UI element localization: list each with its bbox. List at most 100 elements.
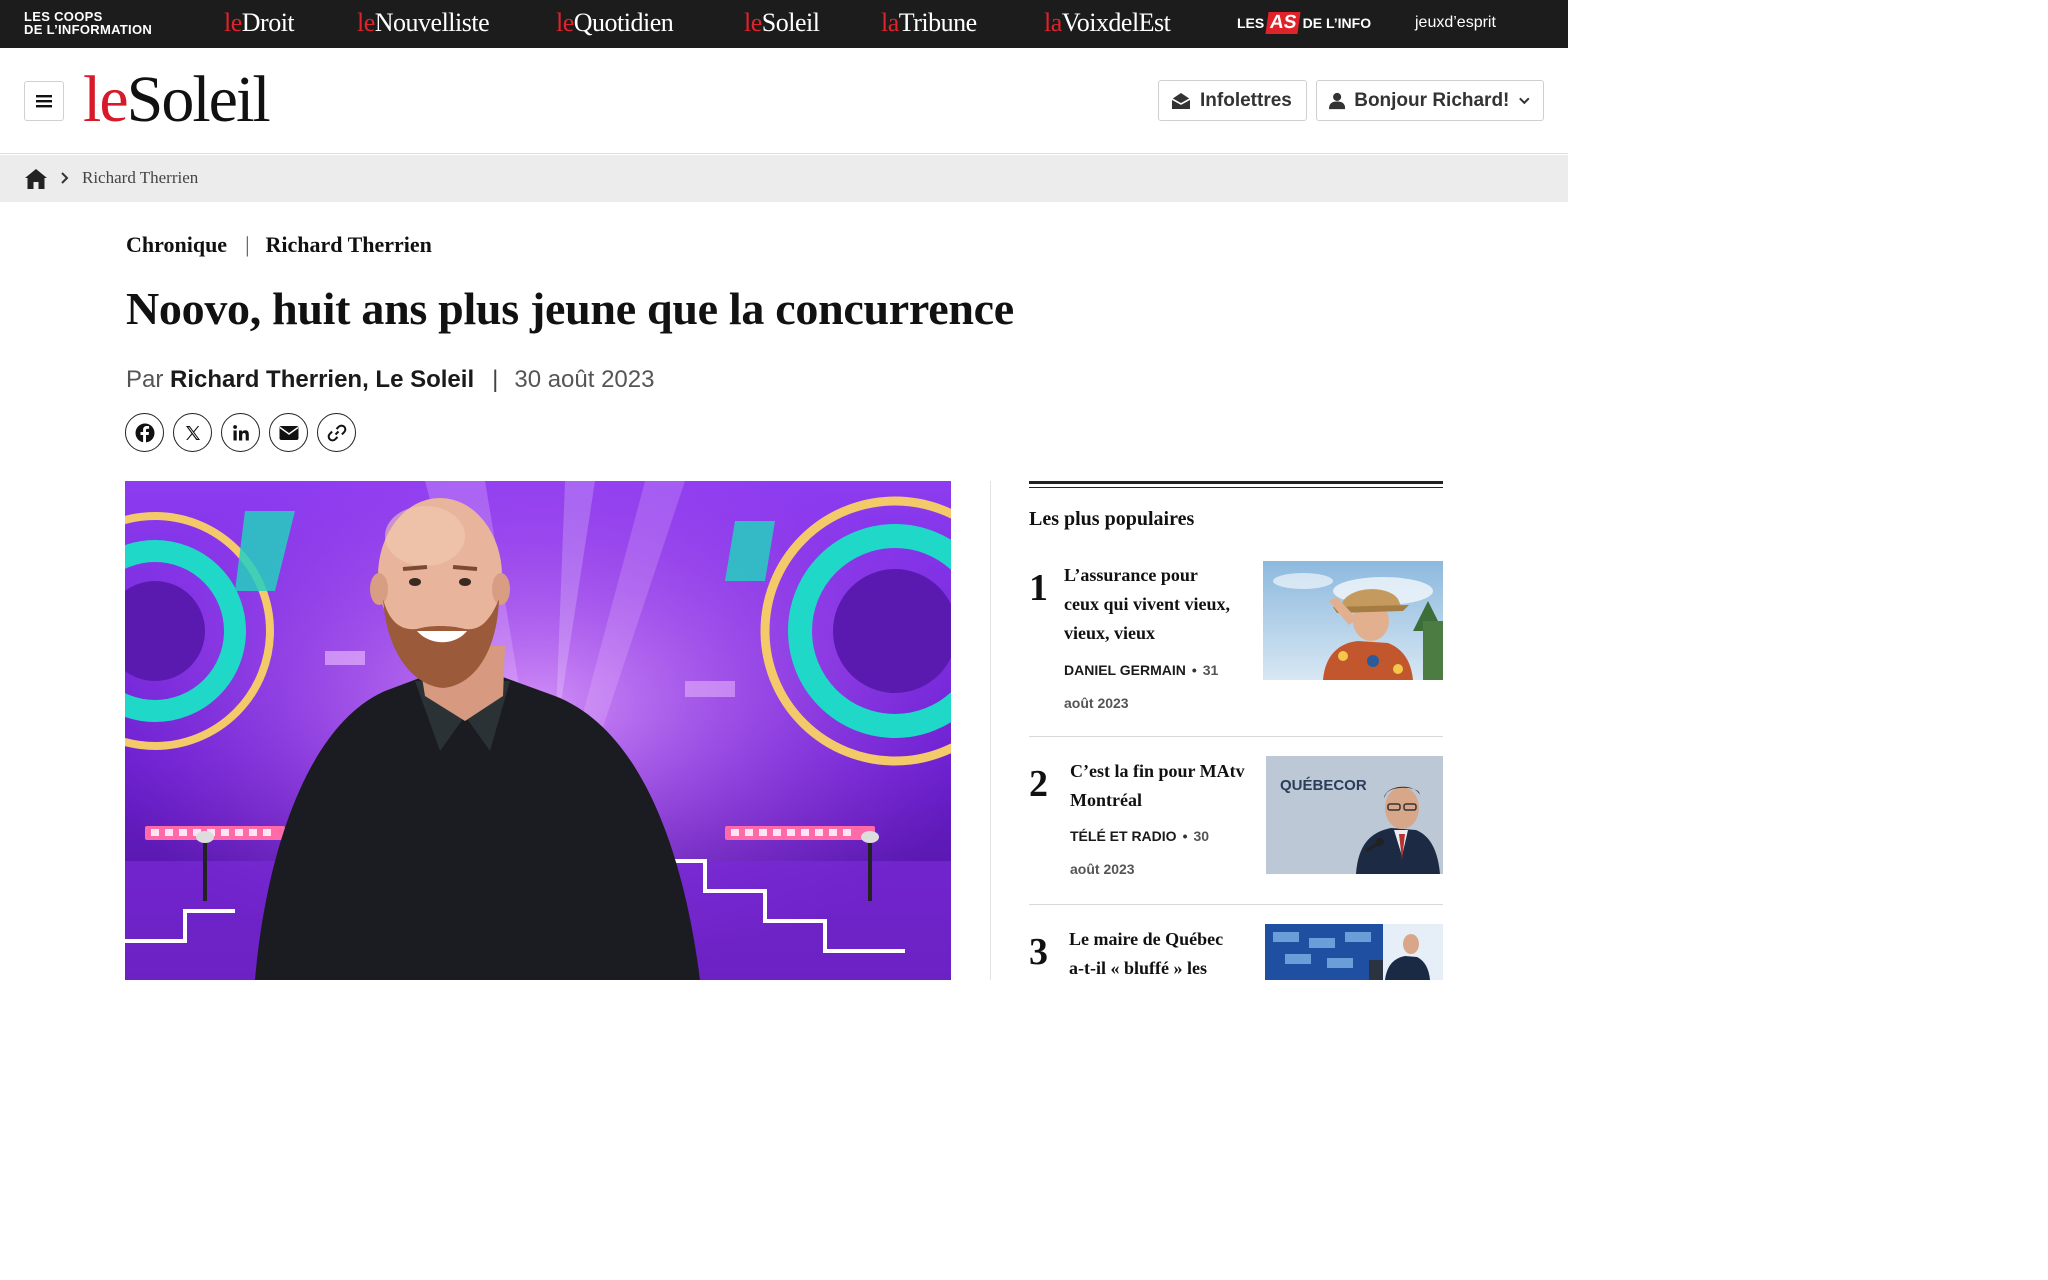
share-x-button[interactable] [173, 413, 212, 452]
as-prefix: LES [1237, 15, 1265, 31]
popular-category: TÉLÉ ET RADIO [1070, 828, 1177, 844]
share-facebook-button[interactable] [125, 413, 164, 452]
thumb-sign-text: QUÉBECOR [1280, 777, 1367, 794]
popular-item[interactable]: 2 C’est la fin pour MAtv Montréal TÉLÉ E… [1029, 756, 1443, 896]
home-icon [25, 169, 47, 189]
site-prefix: la [1044, 8, 1062, 37]
newsletters-button[interactable]: Infolettres [1158, 80, 1307, 121]
article-kicker: Chronique | Richard Therrien [126, 232, 432, 258]
site-header: leSoleil Infolettres Bonjour Richard! [0, 48, 1568, 154]
thumb-photo-senior [1263, 561, 1443, 680]
site-prefix: le [556, 8, 574, 37]
as-suffix: DE L’INFO [1302, 15, 1372, 31]
popular-item[interactable]: 3 Le maire de Québec a-t-il « bluffé » l… [1029, 924, 1443, 980]
popular-item[interactable]: 1 L’assurance pour ceux qui vivent vieux… [1029, 560, 1443, 730]
popular-date-day: 30 [1193, 828, 1210, 844]
network-link-latribune[interactable]: laTribune [881, 8, 977, 38]
popular-title[interactable]: C’est la fin pour MAtv Montréal [1070, 757, 1265, 815]
site-prefix: le [224, 8, 242, 37]
byline: Par Richard Therrien, Le Soleil | 30 août … [126, 366, 654, 394]
logo-name: Soleil [126, 63, 271, 136]
byline-separator: | [492, 366, 499, 393]
share-bar [125, 413, 356, 452]
popular-rank: 1 [1029, 567, 1048, 609]
popular-rank: 2 [1029, 763, 1048, 805]
network-link-lavoixdelest[interactable]: laVoixdelEst [1044, 8, 1171, 38]
user-menu-button[interactable]: Bonjour Richard! [1316, 80, 1544, 121]
site-name: Nouvelliste [374, 8, 490, 37]
popular-title[interactable]: L’assurance pour ceux qui vivent vieux, … [1064, 561, 1259, 648]
thumb-photo-quebecor: QUÉBECOR [1266, 756, 1443, 874]
kicker-separator: | [245, 232, 250, 257]
chevron-down-icon [1519, 97, 1530, 104]
popular-date-rest: août 2023 [1070, 861, 1135, 877]
share-linkedin-button[interactable] [221, 413, 260, 452]
site-name: VoixdelEst [1061, 8, 1171, 37]
column-divider [990, 481, 991, 980]
copy-link-button[interactable] [317, 413, 356, 452]
article-title: Noovo, huit ans plus jeune que la concur… [126, 283, 1014, 334]
title-line: vieux, vieux [1064, 623, 1156, 643]
site-prefix: le [357, 8, 375, 37]
popular-meta: DANIEL GERMAIN • 31 août 2023 [1064, 654, 1264, 720]
network-link-jeuxdesprit[interactable]: jeuxd’esprit [1415, 14, 1496, 32]
popular-thumbnail[interactable] [1265, 924, 1443, 980]
byline-prefix: Par [126, 366, 164, 393]
jeux-label: jeuxd’esprit [1415, 14, 1496, 31]
meta-dot: • [1182, 828, 1188, 844]
title-line: L’assurance pour [1064, 565, 1198, 585]
popular-category: DANIEL GERMAIN [1064, 662, 1186, 678]
site-logo[interactable]: leSoleil [83, 62, 271, 138]
network-link-lesas[interactable]: LES AS DE L’INFO [1237, 12, 1371, 34]
logo-prefix: le [83, 63, 129, 136]
sidebar-rule-thin [1029, 487, 1443, 488]
author-link[interactable]: Richard Therrien, Le Soleil [170, 366, 474, 393]
popular-thumbnail[interactable] [1263, 561, 1443, 680]
coops-logo[interactable]: LES COOPS DE L’INFORMATION [24, 10, 152, 36]
hero-photo [125, 481, 951, 980]
thumb-photo-mayor [1265, 924, 1443, 980]
breadcrumb: Richard Therrien [0, 155, 1568, 202]
network-bar: LES COOPS DE L’INFORMATION leDroit leNou… [0, 0, 1568, 48]
popular-separator [1029, 904, 1443, 905]
site-name: Droit [241, 8, 295, 37]
network-link-lenouvelliste[interactable]: leNouvelliste [357, 8, 490, 38]
site-name: Quotidien [573, 8, 674, 37]
menu-button[interactable] [24, 81, 64, 121]
section-link[interactable]: Chronique [126, 232, 227, 257]
site-name: Soleil [761, 8, 820, 37]
article-hero-image [125, 481, 951, 980]
linkedin-icon [232, 424, 249, 440]
network-link-lesoleil[interactable]: leSoleil [744, 8, 820, 38]
title-line: ceux qui vivent vieux, [1064, 594, 1231, 614]
column-link[interactable]: Richard Therrien [265, 232, 431, 257]
title-line: Le maire de Québec [1069, 929, 1224, 949]
network-link-ledroit[interactable]: leDroit [224, 8, 295, 38]
title-line: Montréal [1070, 790, 1142, 810]
x-twitter-icon [185, 425, 200, 440]
title-line: C’est la fin pour MAtv [1070, 761, 1245, 781]
popular-thumbnail[interactable]: QUÉBECOR [1266, 756, 1443, 874]
hamburger-icon [36, 95, 52, 108]
site-name: Tribune [898, 8, 977, 37]
popular-title[interactable]: Le maire de Québec a-t-il « bluffé » les [1069, 925, 1264, 980]
home-link[interactable] [24, 168, 48, 195]
share-email-button[interactable] [269, 413, 308, 452]
chevron-right-icon [61, 172, 69, 184]
network-link-lequotidien[interactable]: leQuotidien [556, 8, 674, 38]
newsletters-label: Infolettres [1200, 89, 1292, 111]
popular-date-rest: août 2023 [1064, 695, 1129, 711]
envelope-open-icon [1171, 92, 1191, 109]
facebook-icon [135, 423, 154, 443]
as-badge: AS [1265, 12, 1302, 34]
site-prefix: le [744, 8, 762, 37]
popular-meta: TÉLÉ ET RADIO • 30 août 2023 [1070, 820, 1270, 886]
site-prefix: la [881, 8, 899, 37]
link-icon [327, 424, 346, 441]
popular-rank: 3 [1029, 931, 1048, 973]
envelope-icon [279, 425, 298, 440]
breadcrumb-current[interactable]: Richard Therrien [82, 168, 198, 188]
title-line: a-t-il « bluffé » les [1069, 958, 1207, 978]
popular-date-day: 31 [1202, 662, 1219, 678]
user-greeting: Bonjour Richard! [1354, 89, 1510, 111]
